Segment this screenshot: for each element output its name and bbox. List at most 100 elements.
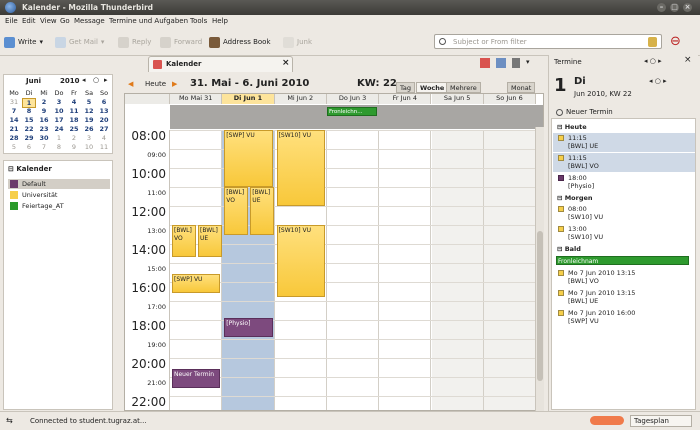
event-bwl-vo[interactable]: [BWL] VO bbox=[224, 187, 249, 235]
agenda-section-header[interactable]: ⊟ Bald bbox=[557, 245, 581, 253]
next-month-icon[interactable]: ▸ bbox=[104, 76, 108, 84]
minical-day[interactable]: 4 bbox=[97, 134, 111, 142]
minical-day[interactable]: 17 bbox=[52, 116, 66, 124]
today-dot-icon[interactable]: ○ bbox=[93, 76, 99, 84]
close-window-button[interactable]: × bbox=[683, 3, 692, 12]
agenda-section-header[interactable]: ⊟ Heute bbox=[557, 123, 587, 131]
close-pane-icon[interactable]: × bbox=[684, 55, 692, 65]
minical-day[interactable]: 20 bbox=[97, 116, 111, 124]
agenda-item-time[interactable]: Mo 7 Jun 2010 13:15 bbox=[568, 289, 635, 297]
menu-go[interactable]: Go bbox=[60, 17, 70, 25]
minical-day[interactable]: 26 bbox=[82, 125, 96, 133]
minical-day[interactable]: 2 bbox=[67, 134, 81, 142]
agenda-item-time[interactable]: 08:00 bbox=[568, 205, 587, 213]
tagesplan-toggle[interactable]: Tagesplan bbox=[630, 415, 692, 427]
scrollbar-thumb[interactable] bbox=[537, 231, 543, 381]
menu-tools[interactable]: Tools bbox=[190, 17, 207, 25]
minical-day[interactable]: 25 bbox=[67, 125, 81, 133]
minical-day[interactable]: 14 bbox=[7, 116, 21, 124]
event-bwl-vo[interactable]: [BWL] VO bbox=[172, 225, 196, 258]
minical-day[interactable]: 31 bbox=[7, 98, 21, 106]
agenda-item-time[interactable]: 11:15 bbox=[568, 154, 587, 162]
event-swp-vu[interactable]: [SWP] VU bbox=[172, 274, 221, 294]
minical-day[interactable]: 7 bbox=[37, 143, 51, 151]
menu-edit[interactable]: Edit bbox=[22, 17, 36, 25]
day-column[interactable] bbox=[431, 130, 484, 410]
minical-day[interactable]: 6 bbox=[97, 98, 111, 106]
agenda-section-header[interactable]: ⊟ Morgen bbox=[557, 194, 593, 202]
new-event-button[interactable]: Neuer Termin bbox=[556, 108, 613, 116]
minical-day[interactable]: 12 bbox=[82, 107, 96, 115]
calendar-item[interactable]: Feiertage_AT bbox=[8, 201, 110, 211]
event-swp-vu[interactable]: [SWP] VU bbox=[224, 130, 273, 187]
day-column[interactable] bbox=[483, 130, 537, 410]
agenda-item-title[interactable]: [BWL] UE bbox=[568, 142, 598, 150]
event-sw10-vu[interactable]: [SW10] VU bbox=[276, 225, 325, 298]
prev-week-icon[interactable]: ◀ bbox=[128, 80, 133, 88]
minical-day[interactable]: 7 bbox=[7, 107, 21, 115]
agenda-day-nav[interactable]: ◂ ○ ▸ bbox=[649, 77, 667, 85]
agenda-item-time[interactable]: Mo 7 Jun 2010 16:00 bbox=[568, 309, 635, 317]
minical-day[interactable]: 19 bbox=[82, 116, 96, 124]
minical-day[interactable]: 1 bbox=[52, 134, 66, 142]
menu-view[interactable]: View bbox=[40, 17, 57, 25]
minical-day[interactable]: 30 bbox=[37, 134, 51, 142]
agenda-item-title[interactable]: [SW10] VU bbox=[568, 233, 603, 241]
calendar-item[interactable]: Universität bbox=[8, 190, 110, 200]
clear-search-icon[interactable] bbox=[648, 37, 657, 47]
minical-day[interactable]: 13 bbox=[97, 107, 111, 115]
agenda-item-time[interactable]: 13:00 bbox=[568, 225, 587, 233]
tasks-view-icon[interactable] bbox=[496, 58, 506, 68]
agenda-item-time[interactable]: 11:15 bbox=[568, 134, 587, 142]
chevron-down-icon[interactable]: ▾ bbox=[101, 38, 105, 46]
next-week-icon[interactable]: ▶ bbox=[172, 80, 177, 88]
agenda-item-title[interactable]: [BWL] VO bbox=[568, 277, 599, 285]
tab-mehrere-wochen[interactable]: Mehrere Wochen bbox=[446, 82, 481, 100]
chevron-down-icon[interactable]: ▾ bbox=[39, 38, 43, 46]
tab-monat[interactable]: Monat bbox=[507, 82, 536, 93]
agenda-item-title[interactable]: [SW10] VU bbox=[568, 213, 603, 221]
tab-kalender[interactable]: Kalender × bbox=[148, 56, 293, 72]
agenda-item-title[interactable]: [SWP] VU bbox=[568, 317, 599, 325]
minical-day[interactable]: 9 bbox=[67, 143, 81, 151]
event-neuer-termin[interactable]: Neuer Termin bbox=[172, 369, 221, 389]
search-input[interactable]: Subject or From filter bbox=[434, 34, 662, 49]
minical-day[interactable]: 21 bbox=[7, 125, 21, 133]
write-button[interactable]: Write ▾ bbox=[4, 36, 43, 48]
minical-day[interactable]: 11 bbox=[67, 107, 81, 115]
tab-woche[interactable]: Woche bbox=[416, 82, 449, 93]
event-bwl-ue[interactable]: [BWL] UE bbox=[250, 187, 275, 235]
junk-button[interactable]: Junk bbox=[283, 36, 312, 48]
agenda-item-title[interactable]: [BWL] VO bbox=[568, 162, 599, 170]
vertical-scrollbar[interactable] bbox=[535, 127, 544, 411]
minical-day[interactable]: 2 bbox=[37, 98, 51, 106]
minical-day[interactable]: 29 bbox=[22, 134, 36, 142]
minical-day[interactable]: 10 bbox=[82, 143, 96, 151]
minical-day[interactable]: 8 bbox=[22, 107, 36, 115]
event-bwl-ue[interactable]: [BWL] UE bbox=[198, 225, 222, 258]
menu-file[interactable]: Eile bbox=[5, 17, 18, 25]
menu-message[interactable]: Message bbox=[74, 17, 105, 25]
day-column[interactable] bbox=[326, 130, 380, 410]
minical-day[interactable]: 3 bbox=[52, 98, 66, 106]
day-column[interactable] bbox=[379, 130, 432, 410]
minical-day[interactable]: 18 bbox=[67, 116, 81, 124]
agenda-item-time[interactable]: 18:00 bbox=[568, 174, 587, 182]
tab-tag[interactable]: Tag bbox=[396, 82, 416, 93]
minical-day[interactable]: 4 bbox=[67, 98, 81, 106]
minical-day[interactable]: 6 bbox=[22, 143, 36, 151]
close-tab-icon[interactable]: × bbox=[282, 58, 290, 68]
agenda-item-title[interactable]: [BWL] UE bbox=[568, 297, 598, 305]
minical-day[interactable]: 5 bbox=[7, 143, 21, 151]
minical-day[interactable]: 8 bbox=[52, 143, 66, 151]
agenda-item-title[interactable]: [Physio] bbox=[568, 182, 594, 190]
stop-icon[interactable]: ⊖ bbox=[670, 35, 686, 49]
minical-day[interactable]: 23 bbox=[37, 125, 51, 133]
minical-day[interactable]: 5 bbox=[82, 98, 96, 106]
minical-day[interactable]: 9 bbox=[37, 107, 51, 115]
minical-day[interactable]: 15 bbox=[22, 116, 36, 124]
dropdown-icon[interactable]: ▾ bbox=[526, 58, 530, 68]
minical-day[interactable]: 28 bbox=[7, 134, 21, 142]
agenda-prev-icon[interactable]: ◂ ○ ▸ bbox=[644, 57, 662, 65]
event-physio[interactable]: [Physio] bbox=[224, 318, 273, 338]
